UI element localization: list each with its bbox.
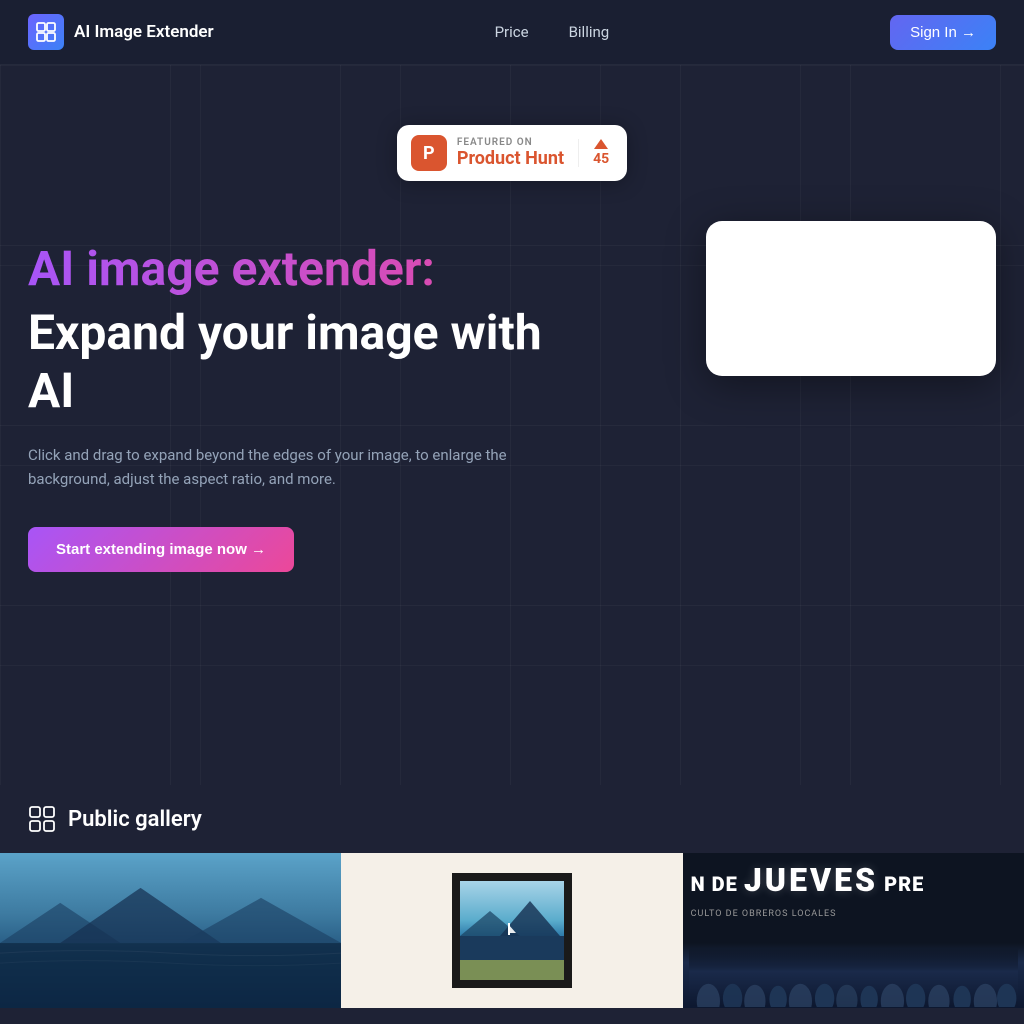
crowd-svg <box>689 947 1018 1007</box>
hero-title-gradient: AI image extender: <box>28 241 588 296</box>
hero-title-line1: Expand your image with <box>28 304 542 361</box>
hero-description: Click and drag to expand beyond the edge… <box>28 443 508 491</box>
brand-logo <box>28 14 64 50</box>
gallery-section: Public gallery <box>0 785 1024 1008</box>
hero-left: AI image extender: Expand your image wit… <box>28 241 588 572</box>
hero-section: P FEATURED ON Product Hunt 45 AI image e… <box>0 65 1024 785</box>
gallery-grid-icon <box>28 805 56 833</box>
gallery-title: Public gallery <box>68 807 202 832</box>
product-hunt-badge[interactable]: P FEATURED ON Product Hunt 45 <box>397 125 627 181</box>
navbar: AI Image Extender Price Billing Sign In … <box>0 0 1024 65</box>
gallery-header: Public gallery <box>0 805 1024 833</box>
framed-art-svg <box>460 881 564 980</box>
product-hunt-text: FEATURED ON Product Hunt <box>457 137 564 169</box>
jueves-prefix: N DE <box>691 872 738 896</box>
logo-icon <box>35 21 57 43</box>
product-hunt-icon: P <box>411 135 447 171</box>
signin-button[interactable]: Sign In → <box>890 15 996 50</box>
ph-featured-label: FEATURED ON <box>457 137 564 148</box>
hero-content: AI image extender: Expand your image wit… <box>28 241 996 572</box>
ph-vote-count: 45 <box>593 151 609 167</box>
jueves-main: JUEVES <box>744 861 878 899</box>
nav-price[interactable]: Price <box>495 23 529 41</box>
landscape-svg <box>0 853 341 1008</box>
gallery-item-jueves[interactable]: N DE JUEVES PRE CULTO DE OBREROS LOCALES <box>683 853 1024 1008</box>
hero-right <box>706 221 996 376</box>
jueves-suffix: PRE <box>884 872 924 896</box>
crowd-area <box>683 943 1024 1008</box>
gallery-item-landscape[interactable] <box>0 853 341 1008</box>
grid-line-h3 <box>0 605 1024 606</box>
ph-upvote-triangle <box>594 139 608 149</box>
hero-title-white: Expand your image with AI <box>28 304 588 419</box>
brand-name: AI Image Extender <box>74 22 214 42</box>
jueves-background: N DE JUEVES PRE CULTO DE OBREROS LOCALES <box>683 853 1024 1008</box>
ph-vote-section: 45 <box>578 139 609 167</box>
gallery-grid: N DE JUEVES PRE CULTO DE OBREROS LOCALES <box>0 853 1024 1008</box>
image-preview-box <box>706 221 996 376</box>
product-hunt-badge-container: P FEATURED ON Product Hunt 45 <box>28 125 996 181</box>
gallery-item-framed-art[interactable] <box>341 853 682 1008</box>
jueves-sublabel: CULTO DE OBREROS LOCALES <box>691 909 837 919</box>
hero-title-line2: AI <box>28 362 74 419</box>
nav-billing[interactable]: Billing <box>569 23 610 41</box>
brand: AI Image Extender <box>28 14 214 50</box>
cta-button[interactable]: Start extending image now → <box>28 527 294 572</box>
navbar-links: Price Billing <box>495 23 610 41</box>
ph-product-name: Product Hunt <box>457 148 564 169</box>
frame-inner <box>452 873 572 988</box>
